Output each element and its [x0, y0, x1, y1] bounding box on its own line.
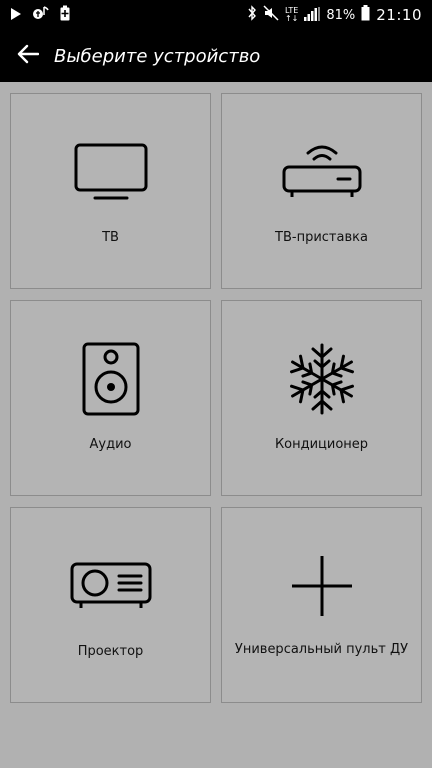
back-button[interactable] [14, 42, 42, 70]
device-tile-settop-box[interactable]: ТВ-приставка [221, 93, 422, 289]
lte-arrows: ↑↓ [284, 14, 299, 23]
device-label: Универсальный пульт ДУ [234, 642, 409, 657]
settop-box-icon [222, 132, 421, 212]
app-bar: Выберите устройство [0, 30, 432, 82]
battery-saver-icon [60, 5, 70, 25]
device-tile-universal-remote[interactable]: Универсальный пульт ДУ [221, 507, 422, 703]
battery-percent: 81% [326, 7, 356, 23]
lte-icon: LTE ↑↓ [285, 7, 298, 23]
status-bar-left [10, 5, 70, 25]
device-label: Аудио [89, 437, 132, 452]
signal-icon [304, 6, 321, 25]
battery-icon [361, 5, 370, 25]
device-tile-audio[interactable]: Аудио [10, 300, 211, 496]
tv-icon [11, 132, 210, 212]
device-tile-projector[interactable]: Проектор [10, 507, 211, 703]
page-title: Выберите устройство [54, 45, 261, 67]
device-label: Кондиционер [274, 437, 369, 452]
device-tile-tv[interactable]: ТВ [10, 93, 211, 289]
mute-icon [263, 5, 279, 25]
projector-icon [11, 546, 210, 626]
plus-icon [222, 546, 421, 626]
device-tile-air-conditioner[interactable]: Кондиционер [221, 300, 422, 496]
speaker-icon [11, 339, 210, 419]
device-label: ТВ-приставка [275, 230, 368, 245]
snowflake-icon [222, 339, 421, 419]
status-bar: LTE ↑↓ 81% 21:10 [0, 0, 432, 30]
arrow-left-icon [17, 44, 40, 68]
music-icon [32, 5, 50, 25]
device-label: ТВ [102, 230, 119, 245]
bluetooth-icon [247, 5, 257, 25]
clock: 21:10 [376, 6, 422, 24]
status-bar-right: LTE ↑↓ 81% 21:10 [247, 5, 422, 25]
play-icon [10, 6, 22, 25]
device-label: Проектор [77, 644, 144, 659]
